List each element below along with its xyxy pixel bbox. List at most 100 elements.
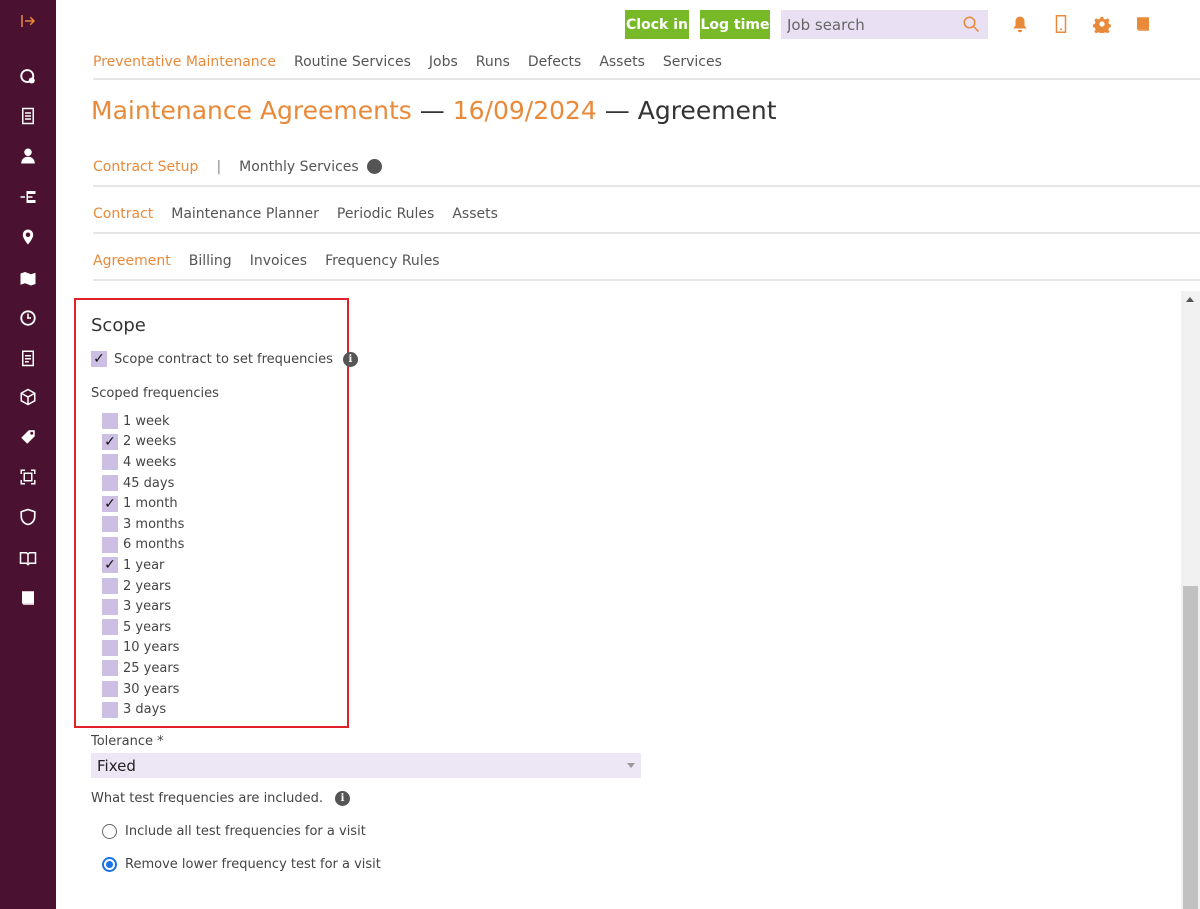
tag-icon[interactable] (16, 425, 40, 449)
frequency-label: 6 months (123, 537, 185, 553)
frequency-checkbox[interactable] (102, 516, 118, 533)
tolerance-select[interactable]: Fixed (91, 753, 641, 778)
frequency-checkbox[interactable] (102, 619, 118, 636)
tab-invoices[interactable]: Invoices (250, 253, 307, 269)
frequency-item[interactable]: 3 days (102, 699, 184, 720)
frequency-item[interactable]: 2 years (102, 576, 184, 597)
tolerance-value: Fixed (97, 756, 136, 775)
search-icon[interactable] (962, 15, 980, 33)
frequency-checkbox[interactable] (102, 475, 118, 492)
collapse-arrow-icon[interactable] (16, 9, 40, 33)
map-icon[interactable] (16, 266, 40, 290)
frequency-label: 2 years (123, 578, 172, 594)
tab-monthly-services[interactable]: Monthly Services (239, 159, 359, 175)
radio-remove-lower-button[interactable] (102, 857, 117, 872)
nav-services[interactable]: Services (663, 54, 722, 70)
dashboard-icon[interactable] (16, 64, 40, 88)
frequency-label: 1 month (123, 496, 178, 512)
frequency-item[interactable]: 3 months (102, 514, 184, 535)
frequency-item[interactable]: 3 years (102, 596, 184, 617)
nav-routine-services[interactable]: Routine Services (294, 54, 411, 70)
radio-remove-lower[interactable]: Remove lower frequency test for a visit (102, 857, 381, 872)
scrollbar-thumb[interactable] (1183, 586, 1198, 909)
title-date[interactable]: 16/09/2024 (453, 96, 597, 125)
tolerance-label: Tolerance * (91, 734, 164, 749)
frequency-checkbox[interactable]: ✓ (102, 557, 118, 574)
scope-contract-row: ✓ Scope contract to set frequencies i (91, 351, 358, 367)
nav-defects[interactable]: Defects (528, 54, 581, 70)
log-time-button[interactable]: Log time (700, 10, 770, 39)
tab-agreement[interactable]: Agreement (93, 253, 171, 269)
job-search-input[interactable] (787, 15, 957, 34)
frequency-item[interactable]: ✓ 1 month (102, 493, 184, 514)
clock-icon[interactable] (16, 306, 40, 330)
frequency-checkbox[interactable]: ✓ (102, 433, 118, 450)
tabs-agreement: Agreement Billing Invoices Frequency Rul… (93, 253, 458, 269)
frequency-item[interactable]: 10 years (102, 638, 184, 659)
checklist-icon[interactable] (16, 104, 40, 128)
nav-preventative-maintenance[interactable]: Preventative Maintenance (93, 54, 276, 70)
nav-assets[interactable]: Assets (599, 54, 645, 70)
tab-separator: | (216, 159, 222, 175)
frequency-item[interactable]: ✓ 1 year (102, 555, 184, 576)
tab-contract-setup[interactable]: Contract Setup (93, 159, 198, 175)
scope-contract-label: Scope contract to set frequencies (114, 351, 333, 367)
title-section[interactable]: Maintenance Agreements (91, 96, 412, 125)
nav-runs[interactable]: Runs (476, 54, 510, 70)
scope-contract-checkbox[interactable]: ✓ (91, 351, 107, 367)
hierarchy-icon[interactable] (16, 185, 40, 209)
info-icon[interactable]: i (335, 791, 351, 806)
nav-jobs[interactable]: Jobs (429, 54, 458, 70)
frequency-item[interactable]: 45 days (102, 473, 184, 494)
shield-icon[interactable] (16, 505, 40, 529)
tab-periodic-rules[interactable]: Periodic Rules (337, 206, 434, 222)
frequency-checkbox[interactable] (102, 660, 118, 677)
phone-icon[interactable] (1052, 15, 1072, 35)
frequency-item[interactable]: 5 years (102, 617, 184, 638)
frequency-checkbox[interactable] (102, 413, 118, 430)
book-icon[interactable] (1134, 15, 1154, 35)
person-icon[interactable] (16, 144, 40, 168)
tab-assets[interactable]: Assets (452, 206, 498, 222)
radio-include-all-button[interactable] (102, 824, 117, 839)
bell-icon[interactable] (1011, 15, 1031, 35)
frequency-item[interactable]: 6 months (102, 535, 184, 556)
info-icon[interactable]: i (342, 351, 358, 367)
title-page: Agreement (637, 96, 777, 125)
tab-frequency-rules[interactable]: Frequency Rules (325, 253, 440, 269)
frequency-checkbox[interactable] (102, 681, 118, 698)
frequency-item[interactable]: 25 years (102, 658, 184, 679)
clipboard-icon[interactable] (16, 346, 40, 370)
frequency-item[interactable]: 30 years (102, 679, 184, 700)
frequency-checkbox[interactable] (102, 536, 118, 553)
test-frequency-label: What test frequencies are included. (91, 791, 324, 806)
book-open-icon[interactable] (16, 546, 40, 570)
frequency-checkbox[interactable] (102, 578, 118, 595)
tabs-contract: Contract Setup | Monthly Services i (93, 159, 400, 175)
location-pin-icon[interactable] (16, 225, 40, 249)
info-icon[interactable]: i (366, 159, 382, 174)
box-icon[interactable] (16, 385, 40, 409)
frequency-item[interactable]: ✓ 2 weeks (102, 432, 184, 453)
title-separator: — (411, 96, 453, 125)
clock-in-button[interactable]: Clock in (625, 10, 689, 39)
frequency-checkbox[interactable] (102, 454, 118, 471)
frequency-item[interactable]: 1 week (102, 411, 184, 432)
tab-maintenance-planner[interactable]: Maintenance Planner (171, 206, 319, 222)
gear-icon[interactable] (1093, 15, 1113, 35)
tab-contract[interactable]: Contract (93, 206, 153, 222)
frequency-checkbox[interactable] (102, 639, 118, 656)
scrollbar[interactable] (1181, 291, 1200, 909)
frequency-checkbox[interactable] (102, 701, 118, 718)
scroll-up-icon[interactable] (1186, 297, 1194, 302)
frequency-checkbox[interactable]: ✓ (102, 495, 118, 512)
frequency-label: 3 years (123, 599, 172, 615)
frequency-checkbox[interactable] (102, 598, 118, 615)
book-icon[interactable] (16, 586, 40, 610)
scan-icon[interactable] (16, 465, 40, 489)
radio-include-all[interactable]: Include all test frequencies for a visit (102, 824, 366, 839)
frequency-label: 3 days (123, 702, 167, 718)
tab-billing[interactable]: Billing (189, 253, 232, 269)
frequency-label: 3 months (123, 516, 185, 532)
frequency-item[interactable]: 4 weeks (102, 452, 184, 473)
